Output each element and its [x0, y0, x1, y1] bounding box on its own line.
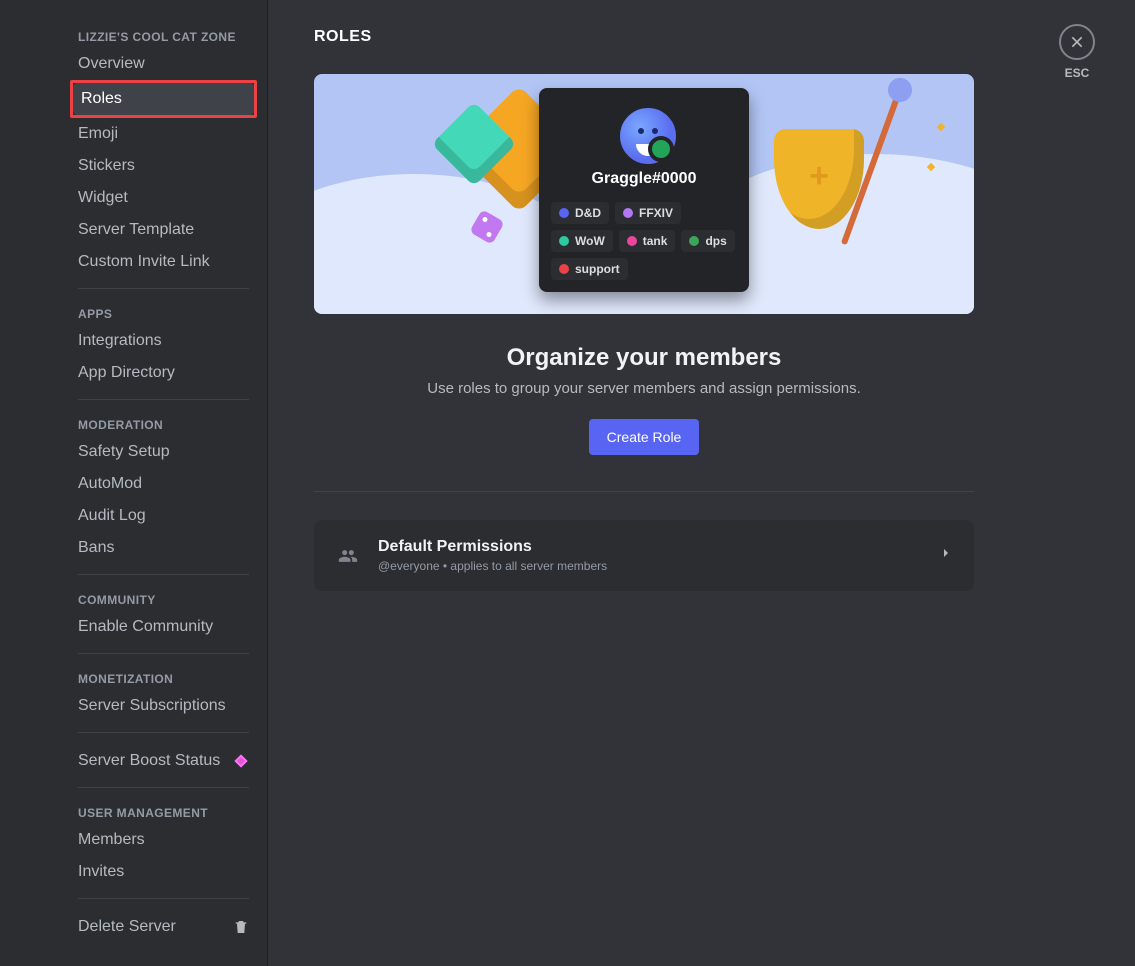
sidebar-item-bans[interactable]: Bans [70, 532, 257, 564]
status-online-icon [648, 136, 674, 162]
default-permissions-subtitle: @everyone • applies to all server member… [378, 559, 922, 573]
role-chip-label: dps [705, 234, 726, 248]
organize-subtext: Use roles to group your server members a… [314, 380, 974, 397]
sidebar-item-safety-setup[interactable]: Safety Setup [70, 436, 257, 468]
wand-orb-icon [888, 78, 912, 102]
divider [78, 653, 249, 654]
organize-section: Organize your members Use roles to group… [314, 344, 974, 455]
user-management-header: USER MANAGEMENT [70, 800, 257, 824]
highlight-roles: Roles [70, 80, 257, 118]
role-chip-label: support [575, 262, 620, 276]
divider [314, 491, 974, 492]
role-color-dot [623, 208, 633, 218]
divider [78, 399, 249, 400]
role-chip: support [551, 258, 628, 280]
esc-label: ESC [1059, 66, 1095, 80]
close-icon [1069, 34, 1085, 50]
server-name-header: LIZZIE'S COOL CAT ZONE [70, 24, 257, 48]
boost-gem-icon [233, 753, 249, 769]
community-header: COMMUNITY [70, 587, 257, 611]
default-permissions-title: Default Permissions [378, 538, 922, 556]
sparkle-icon [937, 123, 945, 131]
role-color-dot [559, 208, 569, 218]
divider [78, 898, 249, 899]
default-permissions-row[interactable]: Default Permissions @everyone • applies … [314, 520, 974, 591]
divider [78, 574, 249, 575]
profile-preview-card: Graggle#0000 D&D FFXIV WoW tank dps support [539, 88, 749, 292]
sidebar-item-enable-community[interactable]: Enable Community [70, 611, 257, 643]
role-color-dot [689, 236, 699, 246]
divider [78, 288, 249, 289]
moderation-header: MODERATION [70, 412, 257, 436]
role-color-dot [559, 264, 569, 274]
close-area: ESC [1059, 24, 1095, 80]
profile-username: Graggle#0000 [551, 170, 737, 188]
main-content: ESC ROLES Graggle#000 [268, 0, 1135, 966]
sidebar-item-delete-server[interactable]: Delete Server [70, 911, 257, 943]
sidebar-item-stickers[interactable]: Stickers [70, 150, 257, 182]
organize-heading: Organize your members [314, 344, 974, 372]
role-chip-label: FFXIV [639, 206, 673, 220]
role-chip: tank [619, 230, 676, 252]
sidebar-item-integrations[interactable]: Integrations [70, 325, 257, 357]
trash-icon [233, 919, 249, 935]
sidebar-item-emoji[interactable]: Emoji [70, 118, 257, 150]
chevron-right-icon [938, 545, 954, 566]
role-color-dot [627, 236, 637, 246]
settings-sidebar: LIZZIE'S COOL CAT ZONE Overview Roles Em… [0, 0, 268, 966]
monetization-header: MONETIZATION [70, 666, 257, 690]
role-chip-label: D&D [575, 206, 601, 220]
sidebar-item-overview[interactable]: Overview [70, 48, 257, 80]
sidebar-item-server-boost-status[interactable]: Server Boost Status [70, 745, 257, 777]
divider [78, 787, 249, 788]
close-button[interactable] [1059, 24, 1095, 60]
role-chip: WoW [551, 230, 613, 252]
avatar-wrap [616, 104, 672, 160]
page-title: ROLES [314, 28, 974, 46]
role-chips: D&D FFXIV WoW tank dps support [551, 202, 737, 280]
create-role-button[interactable]: Create Role [589, 419, 700, 455]
sidebar-item-roles[interactable]: Roles [73, 83, 254, 115]
role-color-dot [559, 236, 569, 246]
sidebar-item-widget[interactable]: Widget [70, 182, 257, 214]
sidebar-item-automod[interactable]: AutoMod [70, 468, 257, 500]
sidebar-item-app-directory[interactable]: App Directory [70, 357, 257, 389]
roles-hero-illustration: Graggle#0000 D&D FFXIV WoW tank dps support [314, 74, 974, 314]
members-icon [334, 542, 362, 570]
role-chip: dps [681, 230, 734, 252]
role-chip-label: tank [643, 234, 668, 248]
divider [78, 732, 249, 733]
sidebar-item-audit-log[interactable]: Audit Log [70, 500, 257, 532]
sidebar-item-custom-invite-link[interactable]: Custom Invite Link [70, 246, 257, 278]
avatar [616, 104, 680, 168]
sidebar-item-invites[interactable]: Invites [70, 856, 257, 888]
role-chip-label: WoW [575, 234, 605, 248]
apps-header: APPS [70, 301, 257, 325]
sidebar-item-server-template[interactable]: Server Template [70, 214, 257, 246]
role-chip: D&D [551, 202, 609, 224]
sidebar-item-server-subscriptions[interactable]: Server Subscriptions [70, 690, 257, 722]
role-chip: FFXIV [615, 202, 681, 224]
sidebar-item-members[interactable]: Members [70, 824, 257, 856]
